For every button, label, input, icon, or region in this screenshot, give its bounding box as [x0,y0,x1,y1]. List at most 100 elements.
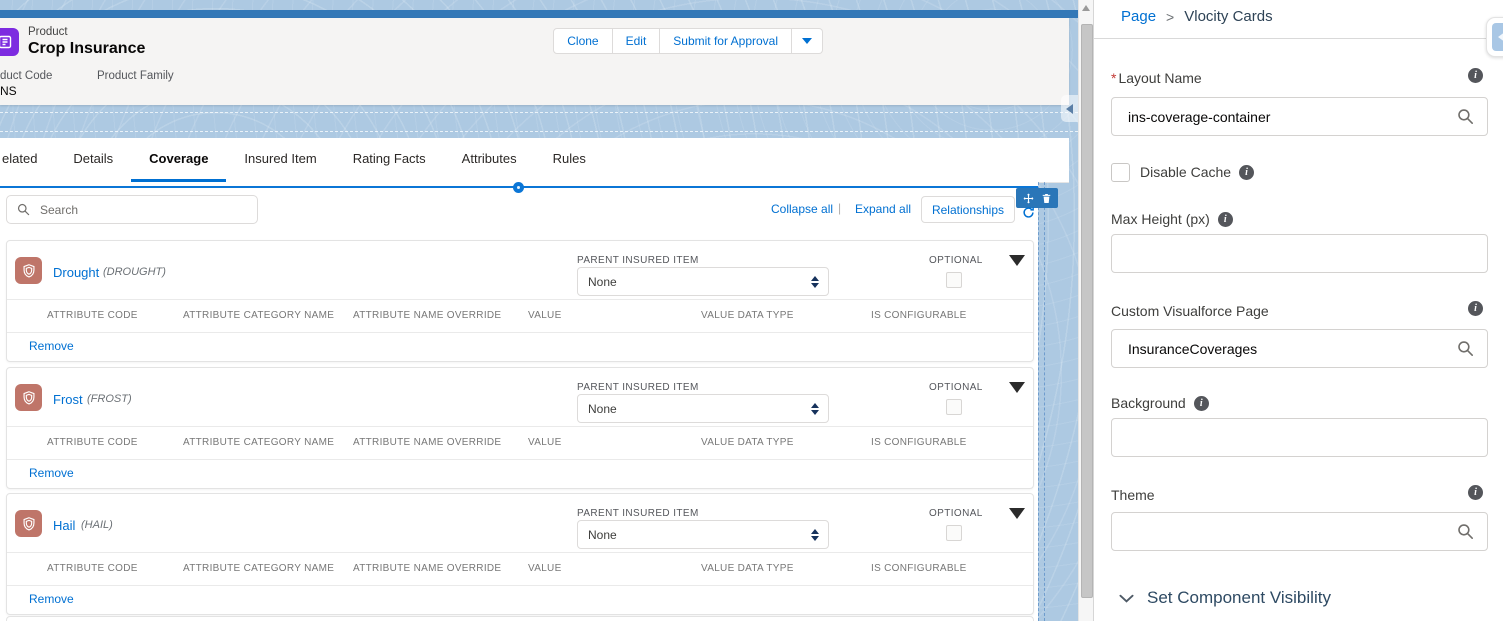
info-icon[interactable]: i [1194,396,1209,411]
remove-link[interactable]: Remove [29,458,74,488]
breadcrumb-page-link[interactable]: Page [1121,8,1156,25]
disable-cache-checkbox[interactable] [1111,163,1130,182]
record-actions: Clone Edit Submit for Approval [553,28,823,54]
custom-visualforce-input[interactable] [1126,340,1457,358]
chevron-down-icon [802,38,812,44]
search-input[interactable] [38,202,257,218]
product-entity-icon [0,28,19,56]
tab-coverage[interactable]: Coverage [131,138,226,182]
optional-checkbox[interactable] [946,272,962,288]
column-header: VALUE [528,553,562,585]
tab-rules[interactable]: Rules [535,138,604,182]
column-header: VALUE [528,300,562,332]
layout-name-input[interactable] [1126,108,1457,126]
move-icon[interactable] [1023,193,1034,204]
optional-label: OPTIONAL [929,255,983,266]
column-header: VALUE DATA TYPE [701,427,794,459]
info-icon[interactable]: i [1218,212,1233,227]
edit-button[interactable]: Edit [613,28,661,54]
shield-icon [15,257,42,284]
relationships-button[interactable]: Relationships [921,196,1015,223]
shield-icon [15,510,42,537]
tab-insured-item[interactable]: Insured Item [226,138,334,182]
background-input[interactable] [1126,429,1487,447]
breadcrumb-separator: > [1166,9,1174,25]
trash-icon[interactable] [1041,193,1052,204]
theme-input[interactable] [1126,523,1457,541]
set-component-visibility-section[interactable]: Set Component Visibility [1119,588,1331,608]
attribute-table-header: ATTRIBUTE CODE ATTRIBUTE CATEGORY NAME A… [7,299,1033,333]
stepper-icon [811,276,819,288]
column-header: ATTRIBUTE CATEGORY NAME [183,553,334,585]
info-icon[interactable]: i [1468,301,1483,316]
product-family-label: Product Family [97,70,174,82]
parent-insured-item-label: PARENT INSURED ITEM [577,382,699,393]
scrollbar-up-arrow[interactable] [1082,5,1090,11]
collapse-caret-icon[interactable] [1009,382,1025,393]
column-header: IS CONFIGURABLE [871,553,967,585]
info-icon[interactable]: i [1239,165,1254,180]
product-code-label: duct Code [0,70,52,82]
optional-checkbox[interactable] [946,399,962,415]
product-code-value: NS [0,84,17,98]
submit-for-approval-button[interactable]: Submit for Approval [660,28,792,54]
search-icon[interactable] [1457,523,1474,540]
disable-cache-label: Disable Cache i [1140,164,1254,180]
coverage-code: (FROST) [87,393,132,405]
panel-expand-handle[interactable] [1061,95,1078,122]
shield-icon [15,384,42,411]
selection-dash-line [0,112,1078,113]
stepper-icon [811,529,819,541]
coverage-name-link[interactable]: Hail [53,518,75,533]
clone-button[interactable]: Clone [553,28,612,54]
info-icon[interactable]: i [1468,68,1483,83]
breadcrumb-current: Vlocity Cards [1184,8,1272,25]
search-icon[interactable] [1457,340,1474,357]
panel-collapse-button[interactable] [1486,17,1503,57]
parent-insured-item-value: None [588,528,811,542]
collapse-caret-icon[interactable] [1009,255,1025,266]
info-icon[interactable]: i [1468,485,1483,500]
collapse-all-link[interactable]: Collapse all [771,202,833,216]
chevron-left-icon [1066,104,1073,114]
search-icon[interactable] [1457,108,1474,125]
max-height-field [1111,234,1488,273]
remove-link[interactable]: Remove [29,584,74,614]
record-header-card: Product Crop Insurance Clone Edit Submit… [0,18,1069,105]
max-height-input[interactable] [1126,245,1487,263]
app-root: Product Crop Insurance Clone Edit Submit… [0,0,1503,621]
panel-divider [1094,38,1503,39]
layout-name-field [1111,97,1488,136]
parent-insured-item-select[interactable]: None [577,394,829,423]
parent-insured-item-select[interactable]: None [577,520,829,549]
optional-label: OPTIONAL [929,508,983,519]
expand-all-link[interactable]: Expand all [855,202,911,216]
selection-dash-border [1038,182,1039,621]
tab-rating-facts[interactable]: Rating Facts [335,138,444,182]
properties-panel: Page > Vlocity Cards *Layout Name i Disa… [1093,0,1503,621]
remove-link[interactable]: Remove [29,331,74,361]
vertical-scrollbar [1078,0,1094,621]
tab-related[interactable]: elated [0,138,55,182]
element-toolbox [1016,188,1058,208]
tab-details[interactable]: Details [55,138,131,182]
coverage-name-link[interactable]: Frost [53,392,83,407]
selection-dash-border [1044,182,1045,621]
refresh-icon[interactable] [1022,206,1035,219]
column-header: ATTRIBUTE NAME OVERRIDE [353,300,501,332]
more-actions-button[interactable] [792,28,823,54]
coverage-name-link[interactable]: Drought [53,265,99,280]
parent-insured-item-select[interactable]: None [577,267,829,296]
tab-attributes[interactable]: Attributes [444,138,535,182]
column-header: ATTRIBUTE NAME OVERRIDE [353,427,501,459]
theme-field [1111,512,1488,551]
layout-name-label: *Layout Name [1111,70,1202,86]
optional-checkbox[interactable] [946,525,962,541]
optional-label: OPTIONAL [929,382,983,393]
parent-insured-item-label: PARENT INSURED ITEM [577,255,699,266]
required-asterisk: * [1111,70,1116,86]
collapse-caret-icon[interactable] [1009,508,1025,519]
column-header: ATTRIBUTE CODE [47,553,138,585]
column-header: ATTRIBUTE CODE [47,427,138,459]
scrollbar-thumb[interactable] [1081,24,1093,598]
